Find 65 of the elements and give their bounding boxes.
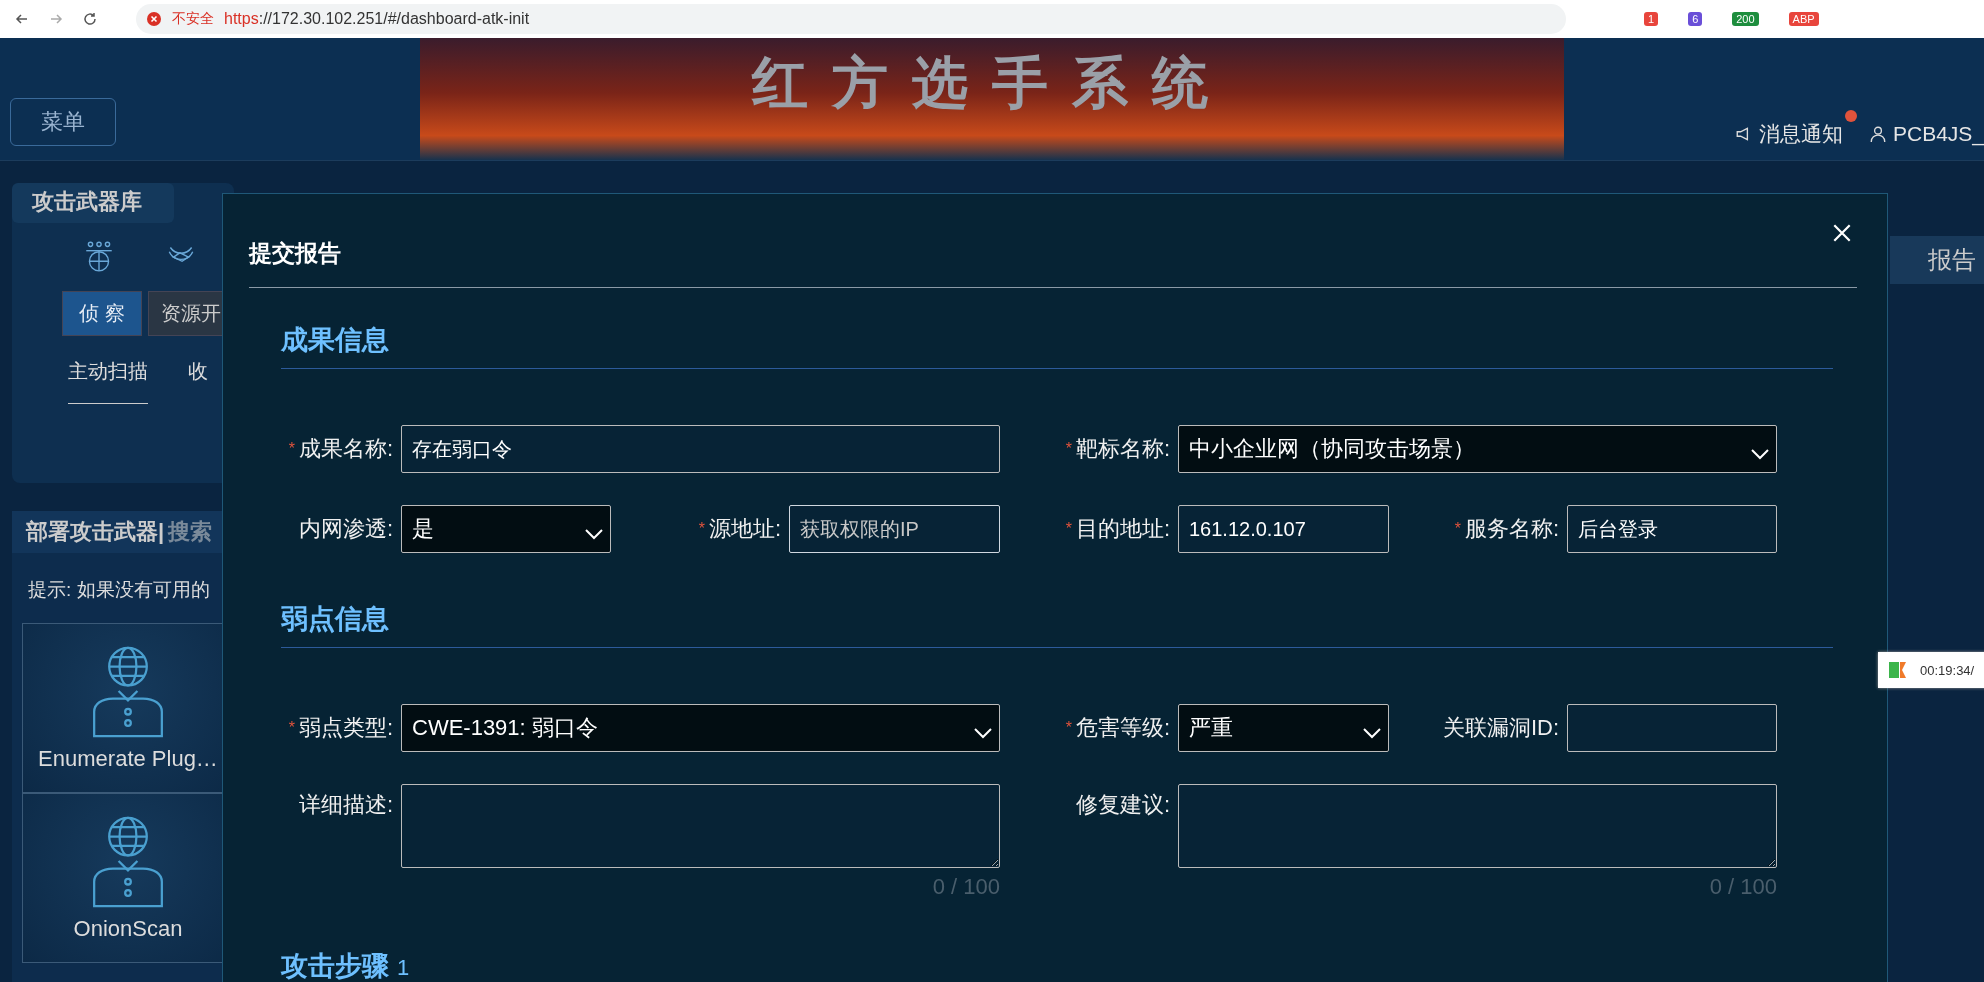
dialog-title: 提交报告 <box>249 238 1857 288</box>
extension-badge[interactable]: 1 <box>1644 12 1659 26</box>
field-label: 关联漏洞ID: <box>1442 714 1559 742</box>
dropdown[interactable]: CWE-1391: 弱口令 <box>401 704 1000 752</box>
section-heading: 攻击步骤 <box>281 950 389 982</box>
text-field[interactable]: 161.12.0.107 <box>1178 505 1389 553</box>
field-label: 修复建议: <box>1075 791 1170 819</box>
text-field[interactable]: 获取权限的IP <box>789 505 1000 553</box>
user-menu[interactable]: PCB4JS_ <box>1868 120 1984 148</box>
section-heading: 成果信息 <box>281 324 389 357</box>
field-label: 靶标名称: <box>1075 435 1170 463</box>
field-label: 弱点类型: <box>298 714 393 742</box>
required-marker: * <box>1454 520 1461 538</box>
close-icon[interactable] <box>1831 222 1853 244</box>
subcategory-tab[interactable]: 收 <box>188 358 208 404</box>
chevron-down-icon <box>973 727 993 739</box>
field-label: 详细描述: <box>298 791 393 819</box>
search-link[interactable]: 搜索 <box>168 517 213 547</box>
text-field[interactable] <box>1567 704 1777 752</box>
dropdown[interactable]: 严重 <box>1178 704 1389 752</box>
required-marker: * <box>1065 719 1072 737</box>
text-field[interactable]: 存在弱口令 <box>401 425 1000 473</box>
extension-badge[interactable]: 200 <box>1732 12 1759 26</box>
field-label: 服务名称: <box>1464 515 1559 543</box>
warning-icon <box>146 11 162 27</box>
panel-title: 攻击武器库 <box>12 183 174 223</box>
required-marker: * <box>1065 440 1072 458</box>
address-bar[interactable]: 不安全 https://172.30.102.251/#/dashboard-atk-init <box>136 4 1566 34</box>
field-label: 成果名称: <box>298 435 393 463</box>
field-label: 危害等级: <box>1075 714 1170 742</box>
category-tab[interactable]: 侦 察 <box>62 291 142 336</box>
timer-widget[interactable]: 00:19:34/ <box>1878 652 1984 688</box>
hint-text: 提示: 如果没有可用的 <box>27 578 211 602</box>
field-label: 源地址: <box>708 515 781 543</box>
text-field[interactable]: 后台登录 <box>1567 505 1777 553</box>
notification-button[interactable]: 消息通知 <box>1734 120 1843 148</box>
system-title: 红方选手系统 <box>752 50 1232 116</box>
url-text: https://172.30.102.251/#/dashboard-atk-init <box>224 10 530 28</box>
timer-text: 00:19:34/ <box>1920 662 1975 678</box>
field-label: 内网渗透: <box>298 515 393 543</box>
dropdown[interactable]: 中小企业网（协同攻击场景） <box>1178 425 1777 473</box>
dropdown[interactable]: 是 <box>401 505 611 553</box>
menu-button[interactable]: 菜单 <box>10 98 116 146</box>
chevron-down-icon <box>1750 448 1770 460</box>
subcategory-tab[interactable]: 主动扫描 <box>68 358 148 404</box>
chevron-down-icon <box>1362 727 1382 739</box>
extension-badge[interactable]: 6 <box>1688 12 1703 26</box>
text-area[interactable] <box>401 784 1000 868</box>
character-counter: 0 / 100 <box>1708 874 1777 900</box>
required-marker: * <box>288 719 295 737</box>
security-warning[interactable]: 不安全 <box>172 10 214 28</box>
character-counter: 0 / 100 <box>931 874 1000 900</box>
field-label: 目的地址: <box>1075 515 1170 543</box>
report-tab[interactable]: 报告 <box>1890 236 1984 284</box>
extension-badge[interactable]: ABP <box>1788 12 1819 26</box>
text-area[interactable] <box>1178 784 1777 868</box>
user-icon <box>1868 125 1887 143</box>
step-number: 1 <box>397 955 410 981</box>
required-marker: * <box>288 440 295 458</box>
required-marker: * <box>1065 520 1072 538</box>
panel-title: 部署攻击武器| <box>26 518 165 546</box>
required-marker: * <box>698 520 705 538</box>
section-heading: 弱点信息 <box>281 603 389 636</box>
chevron-down-icon <box>584 528 604 540</box>
reload-icon[interactable] <box>82 11 98 27</box>
